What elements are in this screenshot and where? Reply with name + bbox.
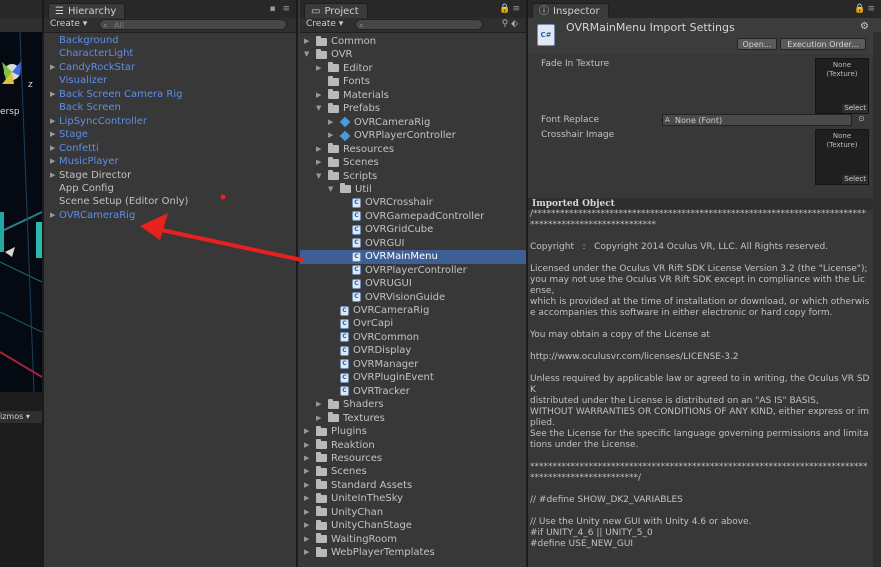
annotation-overlay: [140, 194, 304, 262]
annotation-arrow-head: [140, 213, 168, 240]
annotation-dot: [220, 194, 226, 200]
annotation-arrow-line: [150, 226, 304, 262]
